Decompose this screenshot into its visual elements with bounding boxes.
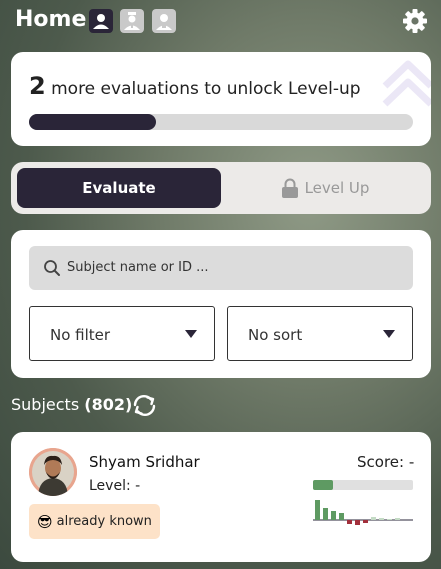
sort-select-value: No sort — [248, 326, 303, 344]
history-bar — [315, 500, 320, 520]
subjects-count: (802) — [84, 395, 133, 414]
history-bar — [363, 520, 368, 523]
tab-level-up-label: Level Up — [304, 179, 370, 197]
history-bar — [331, 511, 336, 520]
unlock-progress-fill — [29, 114, 156, 130]
history-bar — [371, 517, 376, 520]
search-icon — [43, 259, 61, 277]
history-bar — [395, 518, 400, 520]
score-history-chart — [313, 496, 413, 540]
search-placeholder: Subject name or ID ... — [67, 260, 209, 275]
history-bar — [347, 520, 352, 524]
remaining-evaluations-count: 2 — [29, 72, 46, 100]
unlock-message-text: more evaluations to unlock Level-up — [51, 79, 361, 99]
filter-select[interactable]: No filter — [29, 306, 215, 361]
subjects-heading: Subjects (802) — [11, 395, 132, 414]
unlock-message: 2 more evaluations to unlock Level-up — [29, 72, 361, 100]
mode-tabs: Evaluate Level Up — [11, 162, 431, 214]
admin-icon[interactable] — [152, 9, 176, 33]
filter-select-value: No filter — [50, 326, 111, 344]
score-progress-bar — [313, 480, 413, 490]
level-unlock-card: 2 more evaluations to unlock Level-up — [11, 52, 431, 146]
subject-name: Shyam Sridhar — [89, 453, 200, 471]
sunglasses-emoji-icon: 😎 — [37, 512, 53, 531]
subjects-label: Subjects — [11, 395, 80, 414]
history-bar — [339, 513, 344, 520]
history-bar — [379, 518, 384, 520]
subject-card[interactable]: Shyam Sridhar Level: - Score: - 😎 alread… — [11, 432, 431, 562]
evaluator-icon[interactable] — [89, 9, 113, 33]
tab-evaluate-label: Evaluate — [82, 179, 156, 197]
avatar — [29, 448, 77, 496]
lock-icon — [281, 178, 299, 198]
sort-select[interactable]: No sort — [227, 306, 413, 361]
doctor-icon[interactable] — [120, 9, 144, 33]
tab-evaluate[interactable]: Evaluate — [17, 168, 221, 208]
level-up-chevron-icon — [377, 52, 431, 110]
app-header: Home — [0, 0, 441, 42]
page-title: Home — [15, 7, 87, 32]
search-filter-card: Subject name or ID ... No filter No sort — [11, 230, 431, 378]
unlock-progress-bar — [29, 114, 413, 130]
history-bar — [355, 520, 360, 525]
tab-level-up[interactable]: Level Up — [225, 168, 425, 208]
status-badge: 😎 already known — [29, 504, 160, 539]
history-bar — [387, 519, 392, 520]
subject-score: Score: - — [357, 453, 415, 471]
refresh-icon[interactable] — [131, 393, 158, 418]
history-bar — [323, 508, 328, 520]
chevron-down-icon — [383, 330, 395, 338]
chevron-down-icon — [185, 330, 197, 338]
status-badge-label: already known — [56, 514, 152, 529]
search-input[interactable]: Subject name or ID ... — [29, 246, 413, 290]
subject-level: Level: - — [89, 478, 141, 494]
score-progress-fill — [313, 480, 333, 490]
gear-icon[interactable] — [401, 7, 429, 35]
